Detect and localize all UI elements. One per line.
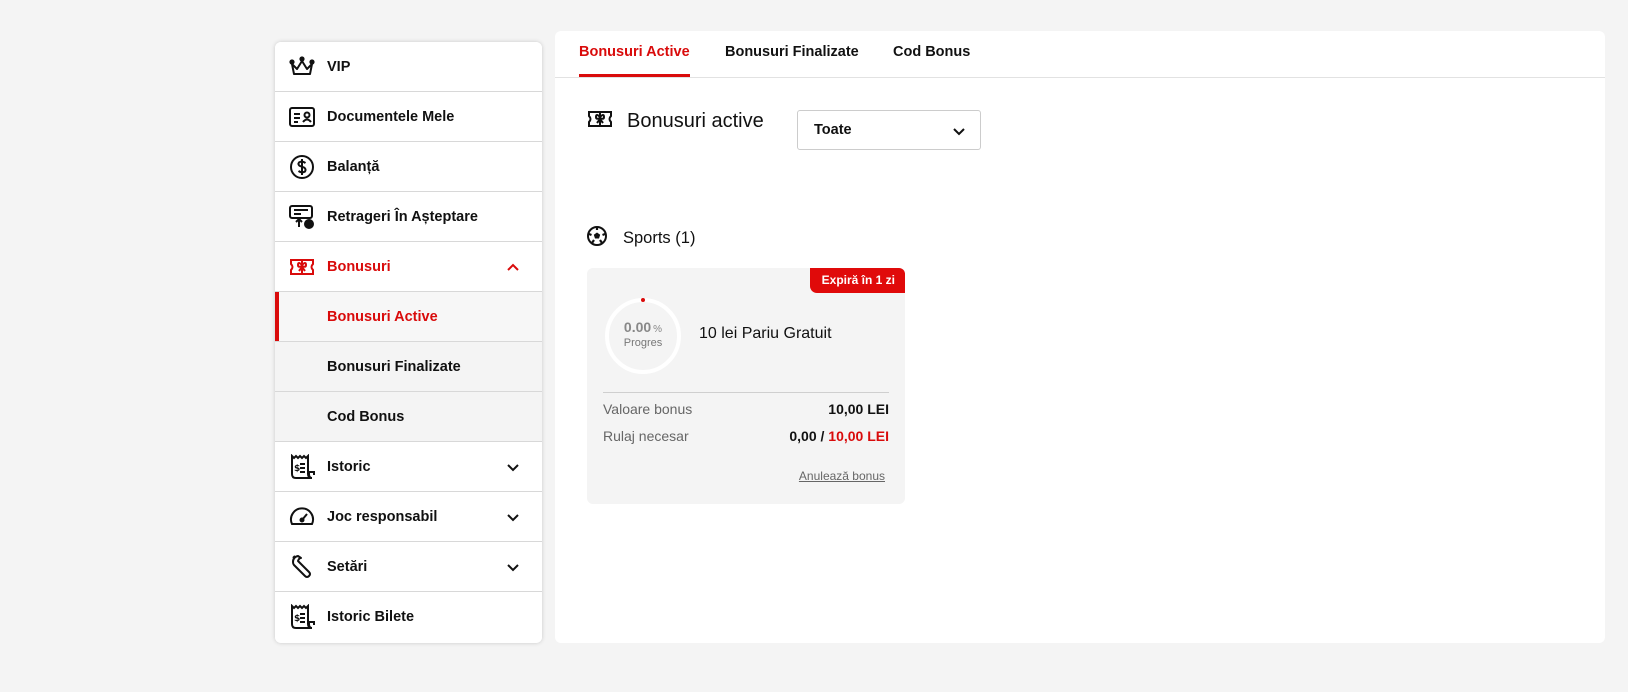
- svg-text:$: $: [294, 464, 300, 474]
- progress-value: 0.00%: [623, 319, 663, 335]
- sidebar-item-label: Documentele Mele: [327, 108, 455, 125]
- expire-badge: Expiră în 1 zi: [809, 268, 905, 293]
- cancel-bonus-link[interactable]: Anulează bonus: [799, 469, 885, 483]
- chevron-down-icon: [952, 124, 966, 138]
- sidebar-item-pending-withdrawals[interactable]: Retrageri În Așteptare: [275, 192, 542, 242]
- bonus-value: 10,00 LEI: [828, 401, 889, 417]
- bonus-tabs: Bonusuri Active Bonusuri Finalizate Cod …: [555, 31, 1605, 78]
- gift-ticket-icon: [587, 109, 613, 134]
- pending-withdrawal-icon: [289, 204, 315, 230]
- sidebar-item-balance[interactable]: Balanță: [275, 142, 542, 192]
- progress-label: Progres: [623, 337, 663, 349]
- category-title: Sports (1): [623, 229, 696, 247]
- wager-row: Rulaj necesar 0,00 / 10,00 LEI: [603, 428, 889, 444]
- sidebar-item-vip[interactable]: VIP: [275, 42, 542, 92]
- sidebar-item-label: Retrageri În Așteptare: [327, 208, 478, 225]
- dollar-circle-icon: [289, 154, 315, 180]
- gauge-icon: [289, 504, 315, 530]
- wrench-icon: [289, 554, 315, 580]
- bonus-name: 10 lei Pariu Gratuit: [699, 325, 832, 342]
- sidebar-item-label: Istoric: [327, 458, 371, 475]
- sidebar-item-history[interactable]: $ Istoric: [275, 442, 542, 492]
- wager-value: 0,00 / 10,00 LEI: [789, 428, 889, 444]
- tab-active-bonuses[interactable]: Bonusuri Active: [579, 31, 690, 77]
- receipt-icon: $: [289, 453, 315, 480]
- chevron-down-icon: [506, 560, 520, 574]
- sidebar-item-ticket-history[interactable]: $ Istoric Bilete: [275, 592, 542, 642]
- progress-ring: [605, 298, 681, 374]
- category-header: Sports (1): [587, 226, 695, 251]
- sidebar-item-bonuses[interactable]: Bonusuri: [275, 242, 542, 292]
- crown-icon: [289, 54, 315, 80]
- bonus-card: Expiră în 1 zi 0.00% Progres 10 lei Pari…: [587, 268, 905, 504]
- account-sidebar: VIP Documentele Mele Balanță Retrageri Î…: [275, 42, 542, 643]
- bonus-value-row: Valoare bonus 10,00 LEI: [603, 401, 889, 417]
- sidebar-item-settings[interactable]: Setări: [275, 542, 542, 592]
- receipt-icon: $: [289, 604, 315, 630]
- sidebar-item-label: Bonusuri: [327, 258, 391, 275]
- sidebar-item-label: VIP: [327, 58, 351, 75]
- tab-bonus-code[interactable]: Cod Bonus: [893, 31, 970, 77]
- sidebar-item-documents[interactable]: Documentele Mele: [275, 92, 542, 142]
- id-card-icon: [289, 104, 315, 130]
- chevron-down-icon: [506, 510, 520, 524]
- bonus-filter-select[interactable]: Toate: [797, 110, 981, 150]
- sidebar-subitem-finished-bonuses[interactable]: Bonusuri Finalizate: [275, 342, 542, 392]
- main-panel: Bonusuri Active Bonusuri Finalizate Cod …: [555, 31, 1605, 643]
- card-divider: [603, 392, 889, 393]
- bonus-value-label: Valoare bonus: [603, 401, 693, 417]
- filter-selected-value: Toate: [814, 122, 852, 138]
- sidebar-item-label: Setări: [327, 558, 368, 575]
- sidebar-item-label: Joc responsabil: [327, 508, 438, 525]
- tab-finished-bonuses[interactable]: Bonusuri Finalizate: [725, 31, 859, 77]
- page-title: Bonusuri active: [627, 110, 764, 132]
- section-header: Bonusuri active: [587, 109, 764, 134]
- sidebar-subitem-active-bonuses[interactable]: Bonusuri Active: [275, 292, 542, 342]
- chevron-up-icon: [506, 260, 520, 274]
- wager-label: Rulaj necesar: [603, 428, 689, 444]
- svg-text:$: $: [294, 614, 300, 624]
- sidebar-item-label: Balanță: [327, 158, 380, 175]
- chevron-down-icon: [506, 460, 520, 474]
- sidebar-item-label: Istoric Bilete: [327, 609, 415, 625]
- sidebar-subitem-bonus-code[interactable]: Cod Bonus: [275, 392, 542, 442]
- gift-ticket-icon: [289, 254, 315, 280]
- sidebar-item-responsible-gaming[interactable]: Joc responsabil: [275, 492, 542, 542]
- soccer-ball-icon: [587, 226, 607, 251]
